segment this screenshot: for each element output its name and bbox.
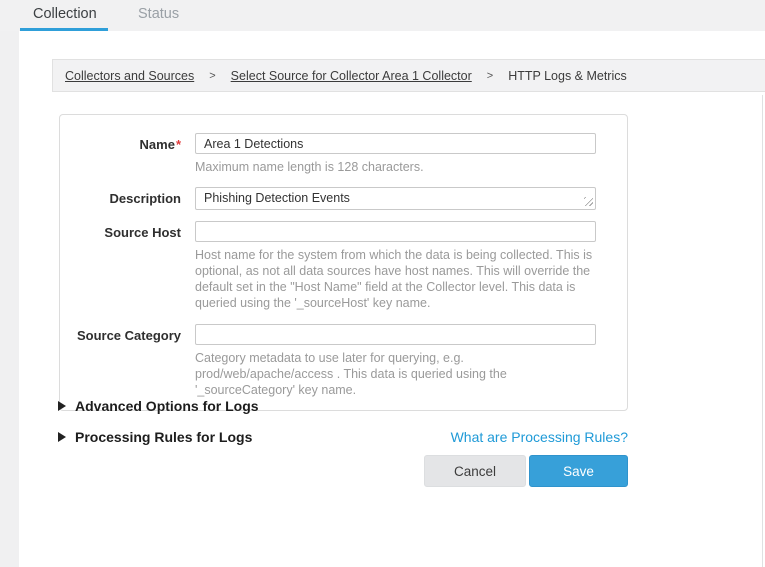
name-row: Name* Maximum name length is 128 charact… [60, 133, 627, 175]
breadcrumb-separator: > [487, 70, 493, 82]
name-label: Name* [74, 133, 181, 175]
description-label: Description [74, 187, 181, 210]
source-category-row: Source Category Category metadata to use… [60, 324, 627, 398]
description-textarea[interactable] [195, 187, 596, 210]
processing-rules-label: Processing Rules for Logs [75, 429, 252, 445]
breadcrumb-collectors-and-sources[interactable]: Collectors and Sources [65, 69, 194, 83]
name-help-text: Maximum name length is 128 characters. [195, 159, 596, 175]
source-category-label: Source Category [74, 324, 181, 398]
advanced-options-section: Advanced Options for Logs [58, 398, 628, 414]
tab-bar: Collection Status [0, 0, 765, 31]
processing-rules-toggle[interactable]: Processing Rules for Logs [58, 429, 252, 445]
source-config-panel: Name* Maximum name length is 128 charact… [59, 114, 628, 411]
action-buttons: Cancel Save [58, 455, 628, 487]
collapsed-triangle-icon [58, 432, 66, 442]
description-row: Description [60, 187, 627, 210]
source-category-input[interactable] [195, 324, 596, 345]
save-button[interactable]: Save [529, 455, 628, 487]
name-input[interactable] [195, 133, 596, 154]
tab-status[interactable]: Status [138, 6, 179, 22]
required-asterisk: * [176, 137, 181, 152]
collapsed-triangle-icon [58, 401, 66, 411]
tab-collection[interactable]: Collection [33, 6, 97, 22]
source-host-input[interactable] [195, 221, 596, 242]
source-host-row: Source Host Host name for the system fro… [60, 221, 627, 311]
source-category-help-text: Category metadata to use later for query… [195, 350, 596, 398]
advanced-options-toggle[interactable]: Advanced Options for Logs [58, 398, 259, 414]
breadcrumb-separator: > [209, 70, 215, 82]
what-are-processing-rules-link[interactable]: What are Processing Rules? [451, 429, 628, 445]
name-label-text: Name [140, 137, 175, 152]
advanced-options-label: Advanced Options for Logs [75, 398, 259, 414]
content-area: Collectors and Sources > Select Source f… [19, 31, 765, 567]
breadcrumb-select-source[interactable]: Select Source for Collector Area 1 Colle… [231, 69, 472, 83]
source-host-label: Source Host [74, 221, 181, 311]
breadcrumb: Collectors and Sources > Select Source f… [52, 59, 765, 92]
source-host-help-text: Host name for the system from which the … [195, 247, 596, 311]
processing-rules-section: Processing Rules for Logs What are Proce… [58, 429, 628, 445]
breadcrumb-current-page: HTTP Logs & Metrics [508, 69, 627, 83]
cancel-button[interactable]: Cancel [424, 455, 526, 487]
scrollbar-track[interactable] [762, 95, 763, 567]
